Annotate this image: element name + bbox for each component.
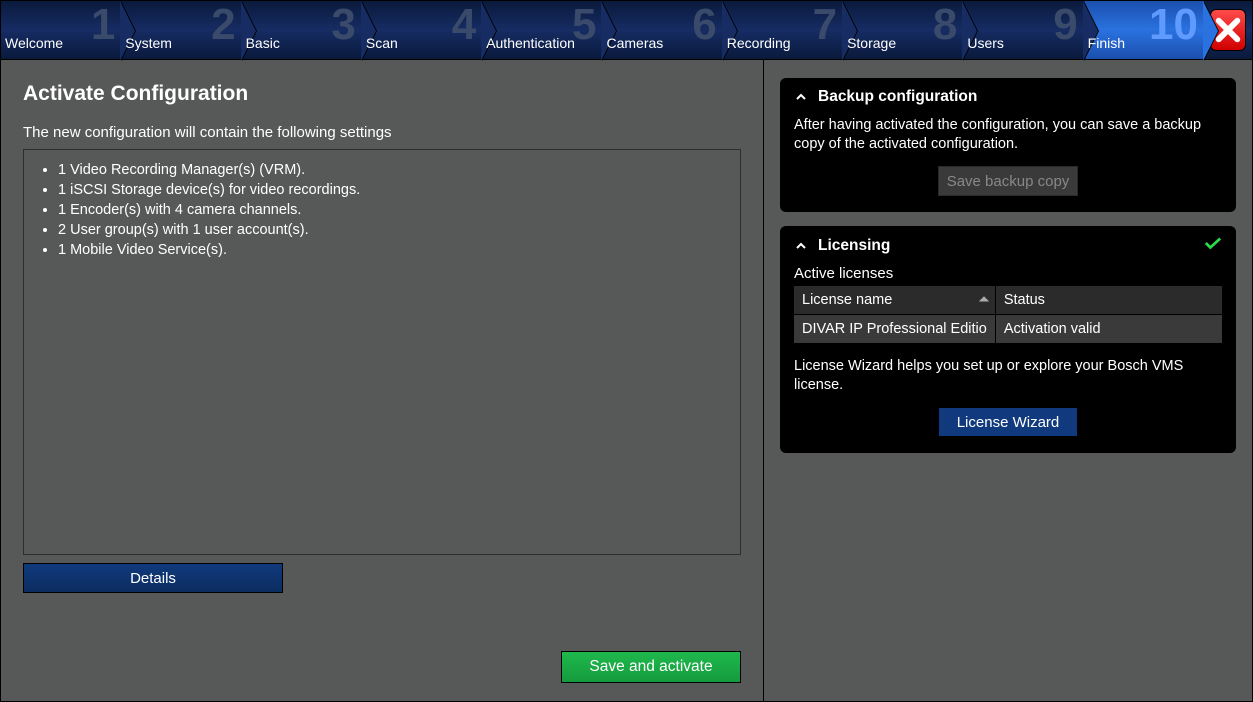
right-pane: Backup configuration After having activa… [764,60,1252,701]
step-cameras[interactable]: 6Cameras [602,1,722,59]
step-basic[interactable]: 3Basic [242,1,362,59]
config-item: 1 Encoder(s) with 4 camera channels. [58,200,732,220]
step-label: Recording [727,35,791,51]
chevron-up-icon [794,239,808,253]
step-label: Cameras [606,35,663,51]
license-wizard-button[interactable]: License Wizard [938,407,1078,437]
backup-panel: Backup configuration After having activa… [780,78,1236,212]
step-scan[interactable]: 4Scan [362,1,482,59]
save-and-activate-button[interactable]: Save and activate [561,651,741,683]
active-licenses-heading: Active licenses [794,265,1222,282]
wizard-nav: 1Welcome 2System 3Basic 4Scan 5Authentic… [0,0,1253,60]
page-title: Activate Configuration [23,82,741,106]
step-label: Scan [366,35,398,51]
step-label: Welcome [5,35,63,51]
licensing-help-text: License Wizard helps you set up or explo… [794,357,1222,395]
license-name-header[interactable]: License name [794,286,995,315]
chevron-up-icon [794,90,808,104]
step-system[interactable]: 2System [121,1,241,59]
step-recording[interactable]: 7Recording [723,1,843,59]
left-pane: Activate Configuration The new configura… [1,60,764,701]
step-label: Basic [246,35,280,51]
config-item: 1 iSCSI Storage device(s) for video reco… [58,180,732,200]
license-name-cell: DIVAR IP Professional Editio [794,315,995,344]
licensing-panel-title: Licensing [818,237,890,255]
step-label: Finish [1088,35,1125,51]
step-storage[interactable]: 8Storage [843,1,963,59]
sort-icon [979,292,989,308]
step-label: Authentication [486,35,575,51]
page-subtitle: The new configuration will contain the f… [23,124,741,141]
step-label: System [125,35,172,51]
configuration-list: 1 Video Recording Manager(s) (VRM). 1 iS… [23,149,741,555]
step-finish[interactable]: 10Finish [1084,1,1204,59]
config-item: 1 Mobile Video Service(s). [58,240,732,260]
licensing-panel: Licensing Active licenses License name S… [780,226,1236,453]
backup-description: After having activated the configuration… [794,116,1222,154]
step-users[interactable]: 9Users [963,1,1083,59]
step-label: Users [967,35,1004,51]
backup-panel-header[interactable]: Backup configuration [794,88,1222,106]
backup-panel-title: Backup configuration [818,88,977,106]
step-authentication[interactable]: 5Authentication [482,1,602,59]
step-label: Storage [847,35,896,51]
check-icon [1204,236,1222,255]
table-row[interactable]: DIVAR IP Professional Editio Activation … [794,315,1222,344]
license-status-header[interactable]: Status [995,286,1222,315]
licenses-table: License name Status DIVAR IP Professiona… [794,286,1222,343]
config-item: 1 Video Recording Manager(s) (VRM). [58,160,732,180]
save-backup-copy-button: Save backup copy [938,166,1078,196]
config-item: 2 User group(s) with 1 user account(s). [58,220,732,240]
licensing-panel-header[interactable]: Licensing [794,236,1222,255]
step-welcome[interactable]: 1Welcome [1,1,121,59]
main-area: Activate Configuration The new configura… [0,60,1253,702]
license-status-cell: Activation valid [995,315,1222,344]
details-button[interactable]: Details [23,563,283,593]
